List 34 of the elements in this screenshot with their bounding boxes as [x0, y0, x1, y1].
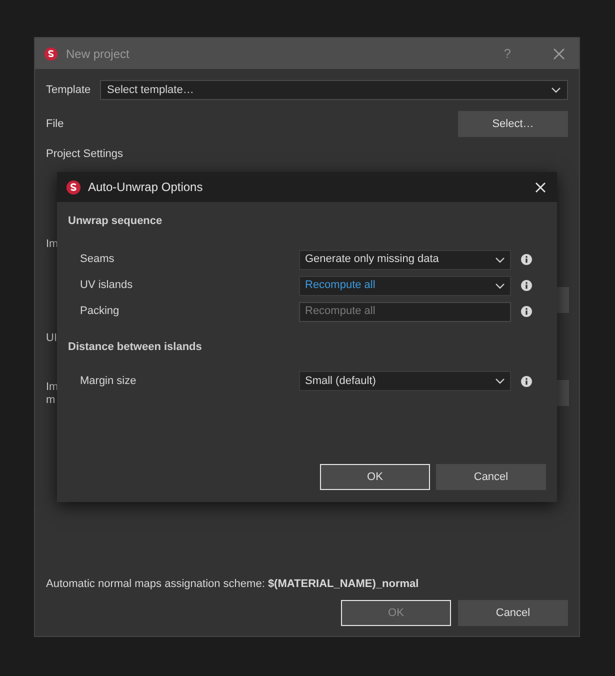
info-icon[interactable]: [521, 280, 532, 291]
option-label: Seams: [80, 252, 116, 268]
background-control: [557, 286, 569, 312]
option-label: UV islands: [80, 278, 134, 294]
chevron-down-icon: [495, 378, 505, 384]
background-control: [557, 380, 569, 406]
dialog-button[interactable]: Cancel: [436, 464, 546, 490]
section-heading: Unwrap sequence: [68, 214, 162, 229]
select-file-button[interactable]: Select…: [458, 111, 568, 137]
chevron-down-icon: [551, 87, 561, 93]
section-heading: Project Settings: [46, 148, 124, 160]
window-title: New project: [66, 46, 130, 62]
file-label: File: [46, 116, 65, 132]
dialog-button[interactable]: OK: [320, 464, 430, 490]
option-dropdown[interactable]: Recompute all: [299, 276, 511, 296]
app-logo-icon: [44, 46, 58, 60]
dialog-button[interactable]: Cancel: [458, 600, 568, 626]
option-dropdown[interactable]: Generate only missing data: [299, 250, 511, 270]
template-dropdown[interactable]: Select template…: [100, 80, 568, 100]
chevron-down-icon: [495, 256, 505, 262]
setting-label: m: [46, 392, 56, 408]
normal-maps-scheme-text: Automatic normal maps assignation scheme: $(MATERIAL_NAME)_normal: [46, 578, 419, 590]
dialog-title: Auto-Unwrap Options: [88, 179, 204, 196]
option-label: Margin size: [80, 374, 138, 389]
setting-label: UI: [46, 330, 57, 346]
template-label: Template: [46, 82, 90, 98]
section-heading: Distance between islands: [68, 340, 202, 354]
app-logo-icon: [66, 180, 81, 194]
option-dropdown[interactable]: Small (default): [299, 371, 511, 391]
option-label: Packing: [80, 304, 120, 320]
info-icon[interactable]: [521, 376, 532, 386]
info-icon[interactable]: [521, 254, 532, 265]
info-icon[interactable]: [521, 306, 532, 317]
chevron-down-icon: [495, 282, 505, 288]
